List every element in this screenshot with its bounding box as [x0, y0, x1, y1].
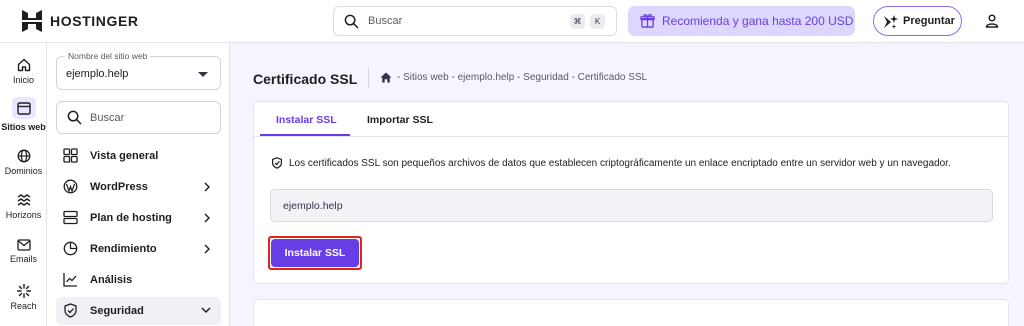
- sidebar-search-placeholder: Buscar: [90, 112, 125, 124]
- user-account-icon[interactable]: [985, 14, 999, 28]
- sidebar-item-label: Análisis: [90, 274, 133, 286]
- brand-name: HOSTINGER: [50, 13, 139, 29]
- grid-icon: [63, 148, 78, 163]
- search-placeholder: Buscar: [368, 15, 403, 27]
- chevron-right-icon: [204, 244, 210, 254]
- ssl-info-text: Los certificados SSL son pequeños archiv…: [289, 157, 951, 169]
- rail-item-sitios-web[interactable]: Sitios web: [0, 97, 47, 132]
- rail-item-label: Inicio: [12, 75, 34, 85]
- ssl-tabs: Instalar SSL Importar SSL: [254, 102, 1008, 137]
- page-title: Certificado SSL: [253, 71, 358, 87]
- sparkle-icon: [16, 284, 31, 298]
- ssl-card: Instalar SSL Importar SSL Los certificad…: [253, 101, 1009, 284]
- global-search-input[interactable]: Buscar ⌘ K: [333, 6, 617, 36]
- gift-icon: [640, 14, 655, 28]
- sidebar-item-rendimiento[interactable]: Rendimiento: [56, 235, 221, 263]
- rail-item-label: Emails: [9, 254, 37, 264]
- sidebar-item-label: Seguridad: [90, 305, 144, 317]
- search-icon: [344, 14, 359, 29]
- referral-promo-label: Recomienda y gana hasta 200 USD: [662, 14, 854, 28]
- server-icon: [63, 210, 78, 225]
- rail-item-emails[interactable]: Emails: [0, 239, 47, 264]
- chevron-right-icon: [204, 182, 210, 192]
- rail-item-label: Dominios: [4, 166, 43, 176]
- globe-icon: [17, 149, 30, 163]
- waves-icon: [17, 194, 30, 206]
- install-ssl-button[interactable]: Instalar SSL: [271, 239, 359, 267]
- domain-field[interactable]: ejemplo.help: [270, 189, 993, 222]
- caret-down-icon: [198, 72, 208, 77]
- sidebar-item-label: WordPress: [90, 181, 148, 193]
- analytics-icon: [63, 273, 77, 287]
- breadcrumb: - Sitios web - ejemplo.help - Seguridad …: [380, 72, 647, 83]
- sidebar-item-analisis[interactable]: Análisis: [56, 266, 221, 294]
- active-tab-indicator: [260, 134, 350, 136]
- sidebar-item-plan-de-hosting[interactable]: Plan de hosting: [56, 204, 221, 232]
- sidebar-item-label: Rendimiento: [90, 243, 157, 255]
- ssl-info: Los certificados SSL son pequeños archiv…: [271, 157, 951, 169]
- site-sidebar: Nombre del sitio web ejemplo.help Buscar…: [47, 43, 230, 326]
- chevron-down-icon: [201, 307, 211, 313]
- rail-item-label: Horizons: [5, 210, 42, 220]
- breadcrumb-trail[interactable]: - Sitios web - ejemplo.help - Seguridad …: [397, 72, 647, 83]
- shortcut-cmd-key: ⌘: [570, 14, 585, 29]
- ai-assistant-icon: [884, 15, 898, 29]
- search-icon: [67, 110, 82, 125]
- rail-active-highlight: [11, 97, 36, 119]
- domain-field-value: ejemplo.help: [283, 200, 343, 212]
- website-select[interactable]: Nombre del sitio web ejemplo.help: [56, 51, 221, 90]
- shortcut-k-key: K: [590, 14, 605, 29]
- wordpress-icon: [63, 179, 78, 194]
- sidebar-item-seguridad[interactable]: Seguridad: [56, 297, 221, 325]
- website-select-value: ejemplo.help: [66, 68, 129, 80]
- rail-item-reach[interactable]: Reach: [0, 284, 47, 311]
- hostinger-logo[interactable]: HOSTINGER: [22, 10, 139, 32]
- website-select-legend: Nombre del sitio web: [65, 51, 151, 61]
- pie-chart-icon: [63, 241, 78, 256]
- sidebar-item-label: Vista general: [90, 150, 159, 162]
- title-divider: [368, 68, 369, 88]
- chevron-right-icon: [204, 213, 210, 223]
- ask-ai-button[interactable]: Preguntar: [873, 6, 962, 36]
- sidebar-item-label: Plan de hosting: [90, 212, 172, 224]
- home-icon[interactable]: [380, 72, 392, 83]
- primary-nav-rail: Inicio Sitios web Dominios Horizons Emai…: [0, 43, 47, 326]
- tab-importar-ssl[interactable]: Importar SSL: [367, 114, 433, 126]
- sidebar-item-wordpress[interactable]: WordPress: [56, 173, 221, 201]
- shield-check-icon: [272, 157, 282, 169]
- sidebar-search-input[interactable]: Buscar: [56, 101, 221, 134]
- top-bar: HOSTINGER Buscar ⌘ K Recomienda y gana h…: [0, 0, 1024, 43]
- tab-instalar-ssl[interactable]: Instalar SSL: [276, 114, 337, 126]
- ask-ai-label: Preguntar: [903, 15, 955, 27]
- rail-item-dominios[interactable]: Dominios: [0, 149, 47, 176]
- shield-icon: [64, 303, 77, 318]
- sidebar-item-vista-general[interactable]: Vista general: [56, 142, 221, 170]
- rail-item-label: Sitios web: [1, 122, 46, 132]
- browser-window-icon: [16, 101, 31, 115]
- referral-promo-button[interactable]: Recomienda y gana hasta 200 USD: [628, 6, 855, 36]
- rail-item-inicio[interactable]: Inicio: [0, 58, 47, 85]
- hostinger-logo-icon: [22, 10, 42, 32]
- mail-icon: [16, 239, 31, 251]
- rail-item-label: Reach: [10, 301, 37, 311]
- rail-item-horizons[interactable]: Horizons: [0, 193, 47, 220]
- home-icon: [17, 58, 30, 72]
- secondary-card: [253, 299, 1009, 326]
